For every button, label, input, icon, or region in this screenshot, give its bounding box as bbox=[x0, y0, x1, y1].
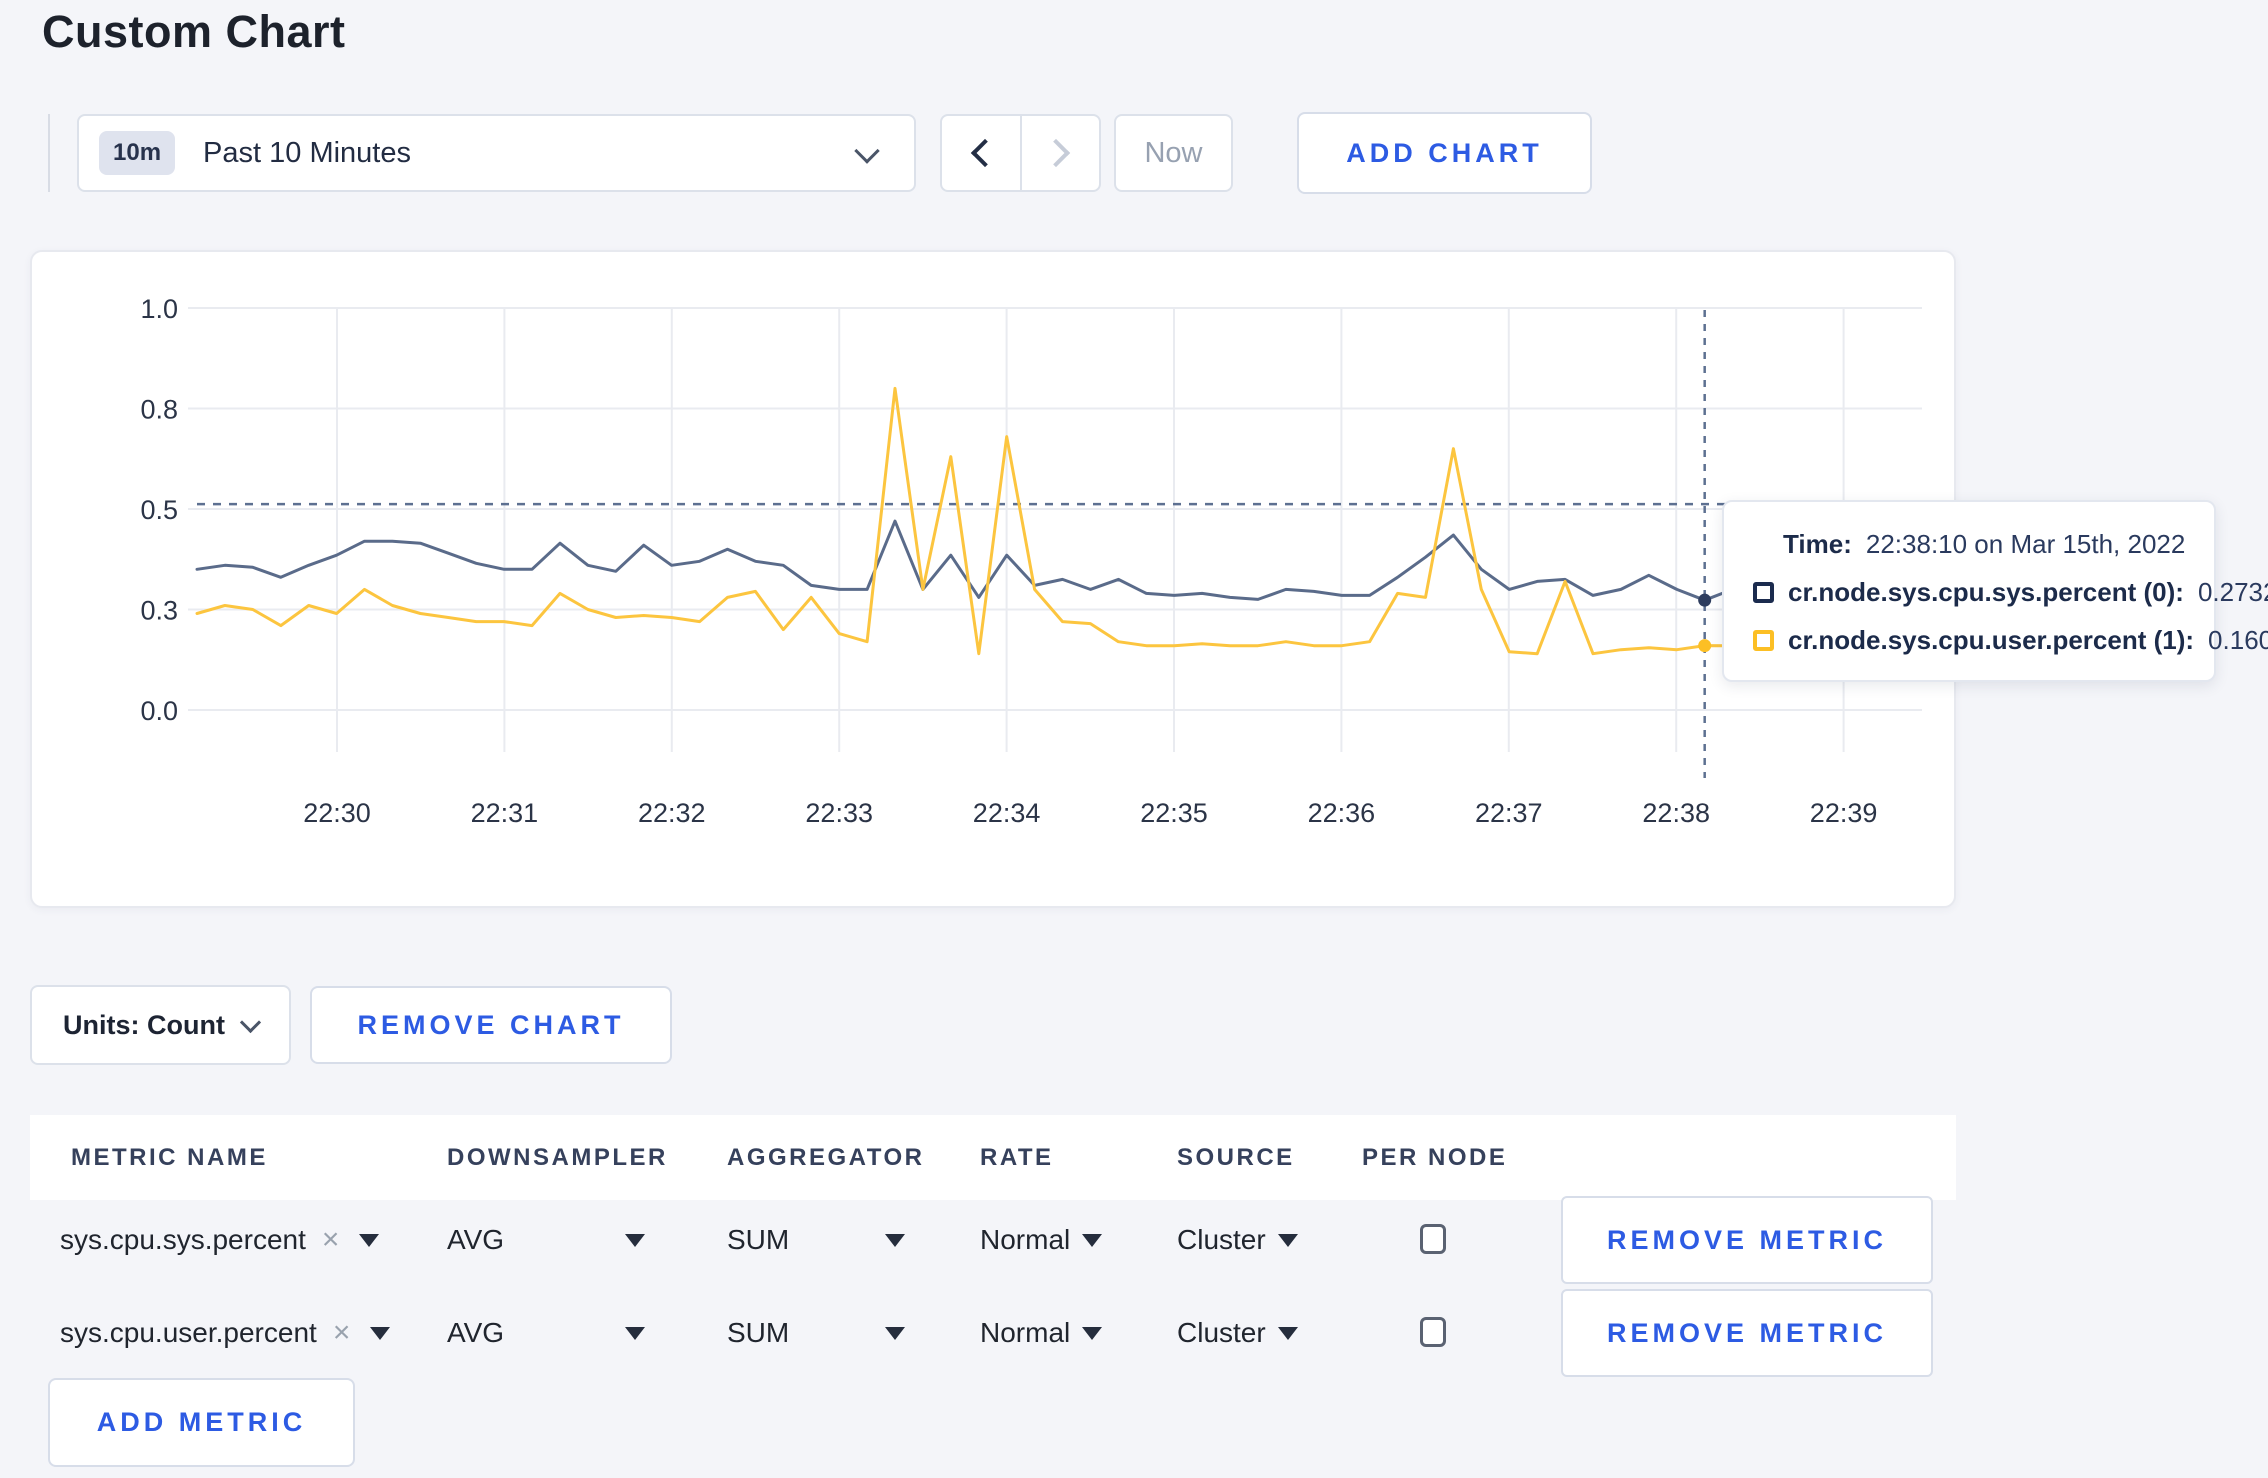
source-select[interactable]: Cluster bbox=[1177, 1196, 1298, 1284]
dropdown-arrow-icon bbox=[1082, 1326, 1103, 1340]
aggregator-value: SUM bbox=[727, 1317, 790, 1348]
dropdown-arrow-icon bbox=[885, 1326, 905, 1340]
per-node-checkbox[interactable] bbox=[1420, 1317, 1446, 1347]
svg-text:22:30: 22:30 bbox=[303, 798, 371, 828]
svg-text:0.5: 0.5 bbox=[140, 495, 178, 525]
dropdown-arrow-icon bbox=[1277, 1326, 1298, 1340]
metric-name-select[interactable]: sys.cpu.sys.percent × bbox=[60, 1196, 380, 1284]
time-range-label: Past 10 Minutes bbox=[203, 136, 411, 169]
aggregator-value: SUM bbox=[727, 1224, 790, 1255]
time-range-select[interactable]: 10m Past 10 Minutes bbox=[77, 114, 916, 192]
col-header-rate: RATE bbox=[980, 1143, 1054, 1171]
add-metric-button[interactable]: ADD METRIC bbox=[48, 1378, 355, 1467]
tooltip-time-label: Time: bbox=[1783, 529, 1852, 559]
time-nav-group bbox=[940, 114, 1101, 192]
tooltip-series-sys-label: cr.node.sys.cpu.sys.percent (0): bbox=[1788, 577, 2184, 607]
col-header-aggregator: AGGREGATOR bbox=[727, 1143, 925, 1171]
downsampler-select[interactable]: AVG bbox=[447, 1289, 645, 1377]
svg-text:22:33: 22:33 bbox=[805, 798, 873, 828]
tooltip-series-user-label: cr.node.sys.cpu.user.percent (1): bbox=[1788, 625, 2195, 655]
svg-text:22:37: 22:37 bbox=[1475, 798, 1543, 828]
remove-chart-label: REMOVE CHART bbox=[357, 1009, 625, 1040]
metrics-table-header: METRIC NAME DOWNSAMPLER AGGREGATOR RATE … bbox=[30, 1115, 1956, 1200]
svg-text:22:36: 22:36 bbox=[1308, 798, 1376, 828]
svg-text:22:32: 22:32 bbox=[638, 798, 706, 828]
next-time-button[interactable] bbox=[1019, 116, 1100, 190]
now-button-label: Now bbox=[1144, 136, 1203, 169]
rate-select[interactable]: Normal bbox=[980, 1196, 1103, 1284]
svg-text:1.0: 1.0 bbox=[140, 294, 178, 324]
rate-value: Normal bbox=[980, 1317, 1071, 1348]
tooltip-time-value: 22:38:10 on Mar 15th, 2022 bbox=[1865, 529, 2186, 559]
source-value: Cluster bbox=[1177, 1317, 1266, 1348]
dropdown-arrow-icon bbox=[1277, 1233, 1298, 1247]
remove-metric-button[interactable]: REMOVE METRIC bbox=[1561, 1289, 1933, 1377]
aggregator-select[interactable]: SUM bbox=[727, 1196, 905, 1284]
tooltip-series-user-value: 0.1601 bbox=[2208, 625, 2268, 655]
svg-text:22:34: 22:34 bbox=[973, 798, 1041, 828]
series-sys-swatch-icon bbox=[1753, 582, 1774, 603]
source-value: Cluster bbox=[1177, 1224, 1266, 1255]
metric-name-value: sys.cpu.sys.percent bbox=[60, 1224, 306, 1255]
add-chart-button[interactable]: ADD CHART bbox=[1297, 112, 1592, 194]
svg-text:0.3: 0.3 bbox=[140, 596, 178, 626]
dropdown-arrow-icon bbox=[359, 1233, 380, 1247]
remove-metric-button[interactable]: REMOVE METRIC bbox=[1561, 1196, 1933, 1284]
toolbar-divider bbox=[48, 114, 50, 192]
source-select[interactable]: Cluster bbox=[1177, 1289, 1298, 1377]
chevron-down-icon bbox=[239, 1011, 262, 1033]
dropdown-arrow-icon bbox=[625, 1233, 645, 1247]
col-header-per-node: PER NODE bbox=[1362, 1143, 1508, 1171]
downsampler-value: AVG bbox=[447, 1317, 505, 1348]
chevron-down-icon bbox=[854, 138, 880, 164]
svg-text:22:39: 22:39 bbox=[1810, 798, 1878, 828]
metric-name-value: sys.cpu.user.percent bbox=[60, 1317, 317, 1348]
series-user-swatch-icon bbox=[1753, 630, 1774, 651]
page-title: Custom Chart bbox=[42, 6, 346, 57]
prev-time-button[interactable] bbox=[942, 116, 1020, 190]
units-label: Units: Count bbox=[63, 1009, 225, 1040]
svg-text:22:35: 22:35 bbox=[1140, 798, 1208, 828]
cpu-percent-line-chart[interactable]: 0.0 0.3 0.5 0.8 1.0 22:30 22:31 22:32 22:33 22:34… bbox=[30, 250, 1956, 908]
now-button[interactable]: Now bbox=[1114, 114, 1233, 192]
svg-text:22:38: 22:38 bbox=[1642, 798, 1710, 828]
rate-select[interactable]: Normal bbox=[980, 1289, 1103, 1377]
table-row: sys.cpu.sys.percent × AVG SUM Normal Clu… bbox=[0, 1196, 2268, 1284]
table-row: sys.cpu.user.percent × AVG SUM Normal Cl… bbox=[0, 1289, 2268, 1377]
dropdown-arrow-icon bbox=[625, 1326, 645, 1340]
downsampler-value: AVG bbox=[447, 1224, 505, 1255]
add-metric-label: ADD METRIC bbox=[96, 1407, 307, 1437]
svg-text:0.8: 0.8 bbox=[140, 395, 178, 425]
close-icon[interactable]: × bbox=[333, 1316, 351, 1350]
remove-metric-label: REMOVE METRIC bbox=[1606, 1224, 1887, 1255]
chart-tooltip: Time: 22:38:10 on Mar 15th, 2022 cr.node… bbox=[1722, 500, 2268, 682]
col-header-metric-name: METRIC NAME bbox=[71, 1143, 268, 1171]
chevron-left-icon bbox=[970, 138, 999, 168]
add-chart-label: ADD CHART bbox=[1346, 137, 1543, 168]
svg-text:0.0: 0.0 bbox=[140, 696, 178, 726]
dropdown-arrow-icon bbox=[370, 1326, 391, 1340]
remove-chart-button[interactable]: REMOVE CHART bbox=[310, 986, 672, 1064]
aggregator-select[interactable]: SUM bbox=[727, 1289, 905, 1377]
dropdown-arrow-icon bbox=[1082, 1233, 1103, 1247]
units-select[interactable]: Units: Count bbox=[30, 985, 291, 1065]
metric-name-select[interactable]: sys.cpu.user.percent × bbox=[60, 1289, 391, 1377]
per-node-checkbox[interactable] bbox=[1420, 1224, 1446, 1254]
dropdown-arrow-icon bbox=[885, 1233, 905, 1247]
svg-text:22:31: 22:31 bbox=[471, 798, 539, 828]
time-range-badge: 10m bbox=[99, 131, 176, 175]
remove-metric-label: REMOVE METRIC bbox=[1606, 1317, 1887, 1348]
chevron-right-icon bbox=[1042, 138, 1071, 168]
col-header-source: SOURCE bbox=[1177, 1143, 1295, 1171]
tooltip-series-sys-value: 0.2732 bbox=[2197, 577, 2268, 607]
custom-chart-page: Custom Chart 10m Past 10 Minutes Now ADD… bbox=[0, 0, 2268, 1478]
rate-value: Normal bbox=[980, 1224, 1071, 1255]
downsampler-select[interactable]: AVG bbox=[447, 1196, 645, 1284]
close-icon[interactable]: × bbox=[322, 1223, 340, 1257]
col-header-downsampler: DOWNSAMPLER bbox=[447, 1143, 668, 1171]
